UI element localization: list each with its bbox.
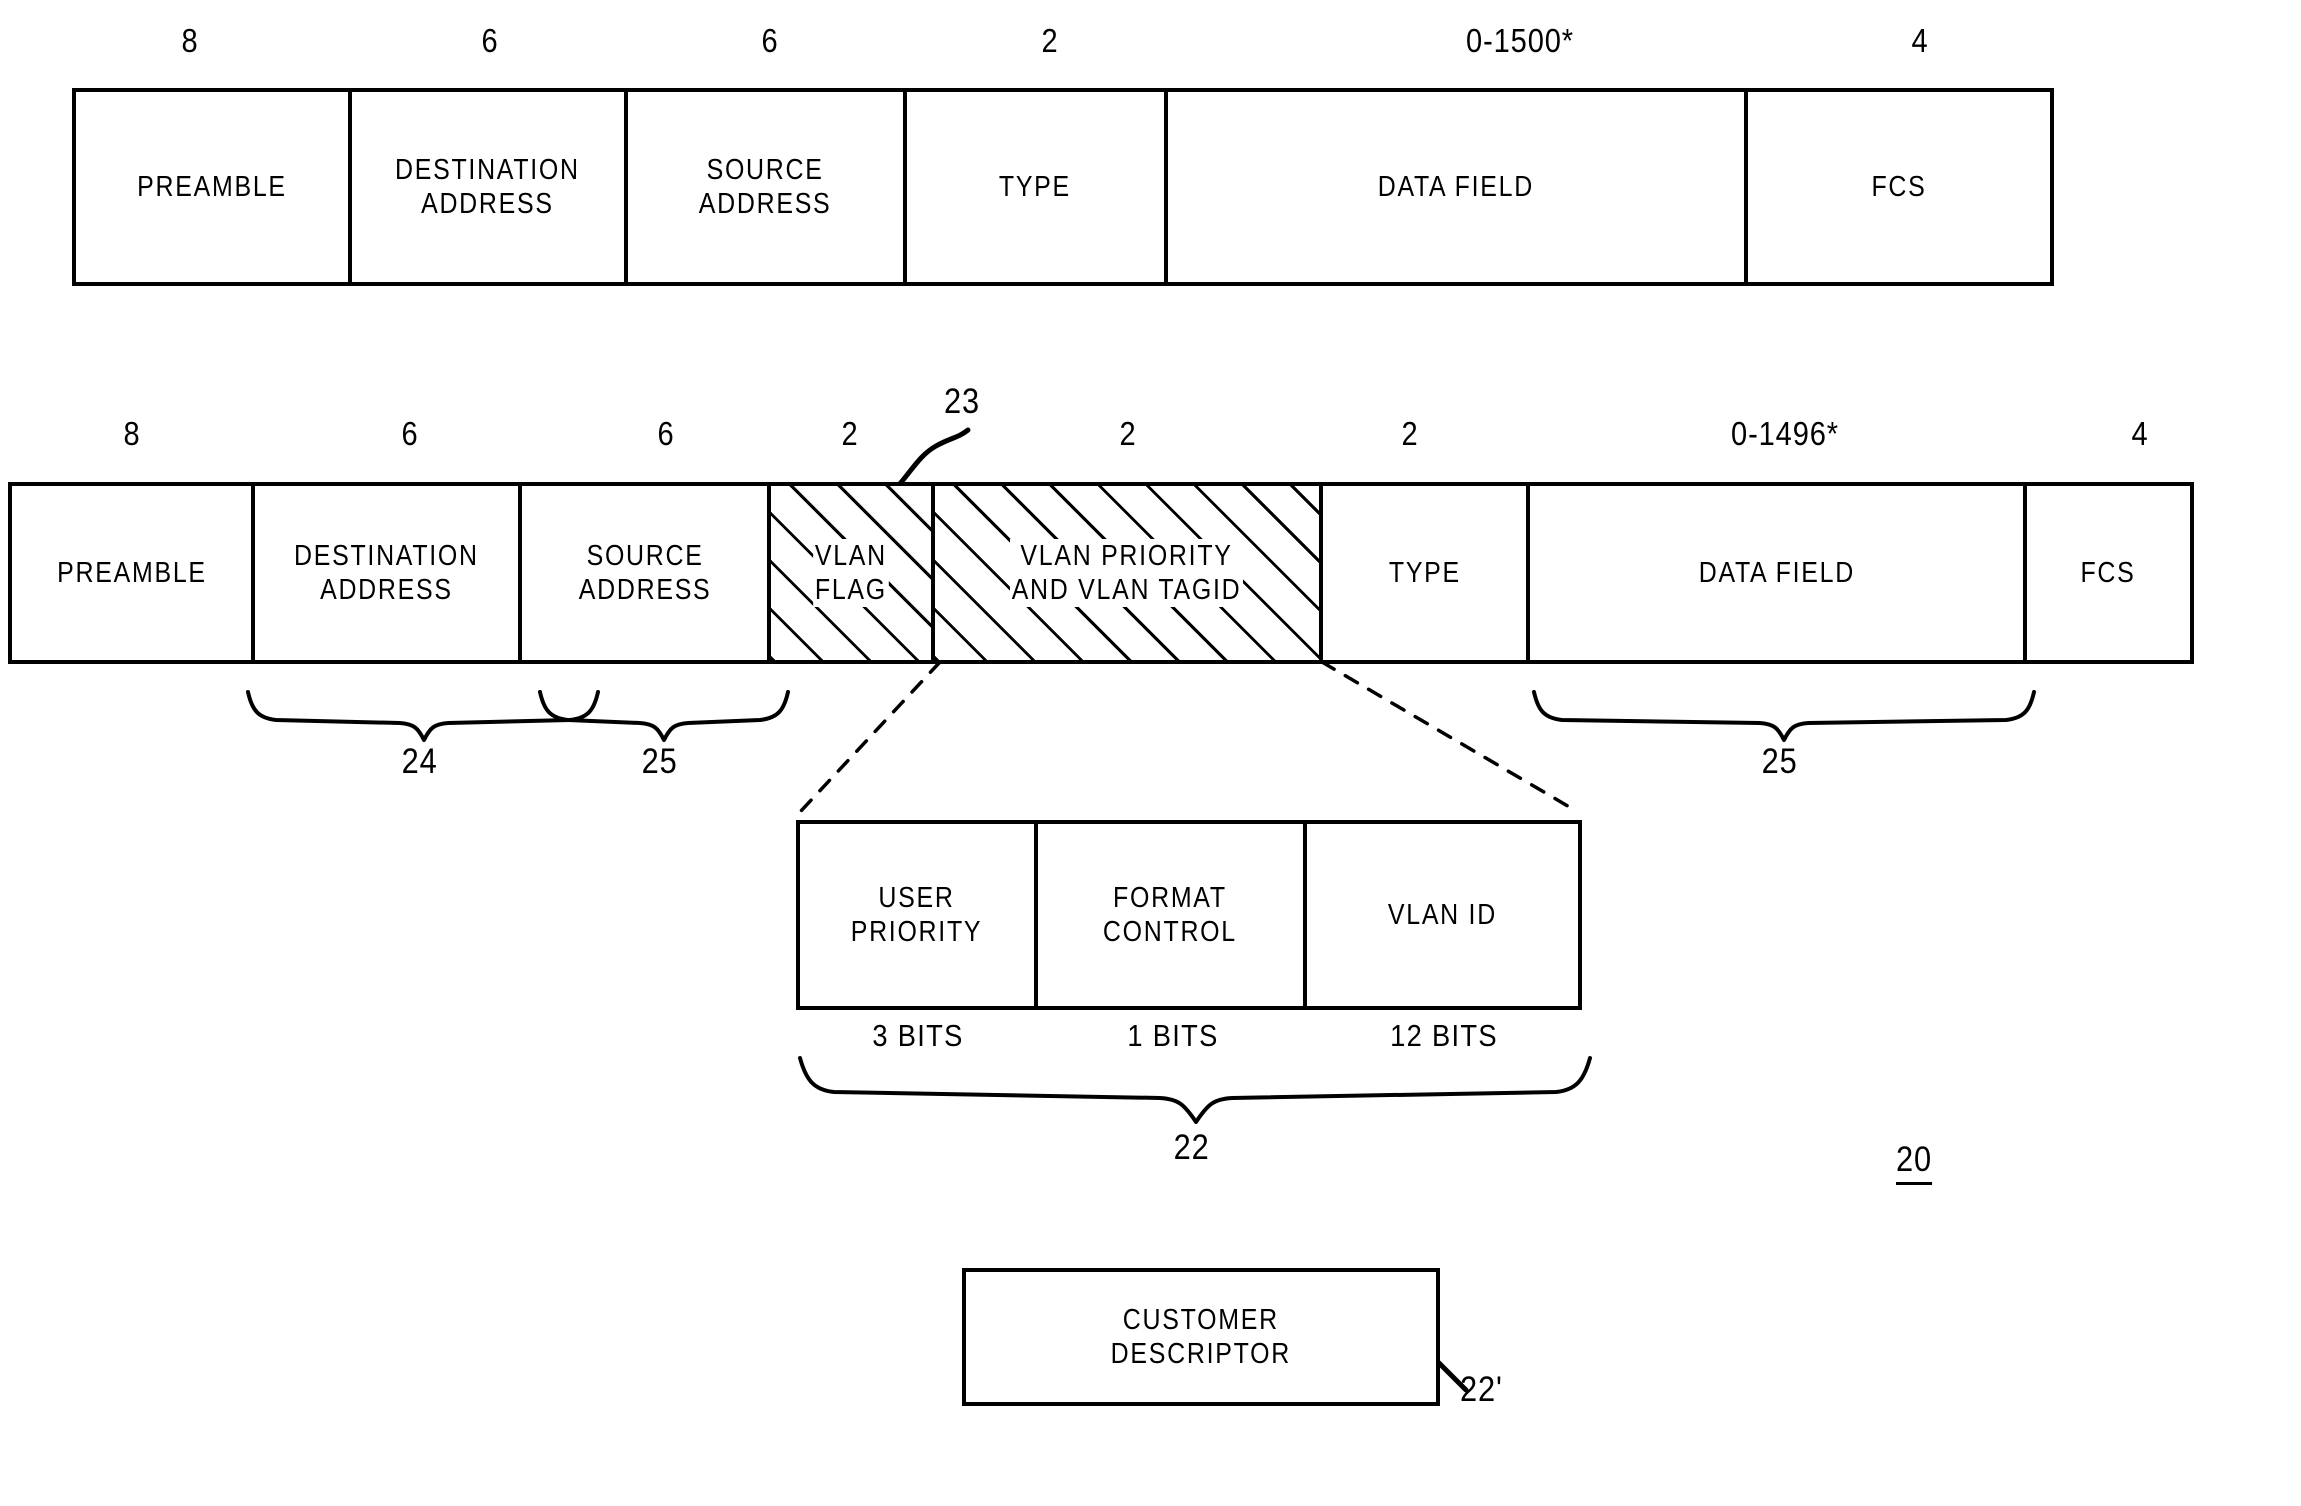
size-label-f2-7: 4 <box>2131 415 2149 452</box>
vlan-frame-cell-data-field: DATA FIELD <box>1530 486 2027 660</box>
size-label-f1-5: 4 <box>1911 22 1929 59</box>
figure-reference-numeral: 20 <box>1896 1140 1933 1185</box>
size-label-f2-6: 0-1496* <box>1731 415 1839 452</box>
cell-label: TYPE <box>1388 556 1461 589</box>
vlan-frame-cell-preamble: PREAMBLE <box>12 486 256 660</box>
patent-figure: 8 6 6 2 0-1500* 4 PREAMBLE DESTINATION A… <box>0 0 2301 1506</box>
bits-label-format-control: 1 BITS <box>1127 1018 1219 1053</box>
size-label-f2-1: 6 <box>401 415 419 452</box>
detail-cell-user-priority: USER PRIORITY <box>800 824 1038 1006</box>
frame-cell-type: TYPE <box>906 92 1168 282</box>
cell-label: PREAMBLE <box>56 556 207 589</box>
cell-label: SOURCE ADDRESS <box>578 539 711 606</box>
size-label-f1-3: 2 <box>1041 22 1059 59</box>
detail-cell-vlan-id: VLAN ID <box>1306 824 1579 1006</box>
cell-label: PREAMBLE <box>137 170 287 203</box>
cell-label: DATA FIELD <box>1377 170 1535 203</box>
vlan-frame-cell-vlan-priority-tagid: VLAN PRIORITY AND VLAN TAGID <box>934 486 1324 660</box>
brace-label-22: 22 <box>1173 1128 1210 1167</box>
brace-24 <box>246 690 600 742</box>
vlan-frame-cell-vlan-flag: VLAN FLAG <box>771 486 935 660</box>
size-label-f2-5: 2 <box>1401 415 1419 452</box>
cell-label: DESTINATION ADDRESS <box>294 539 479 606</box>
cell-label: TYPE <box>999 170 1072 203</box>
size-label-f1-0: 8 <box>181 22 199 59</box>
projector-left <box>798 660 942 814</box>
vlan-tag-detail-box: USER PRIORITY FORMAT CONTROL VLAN ID <box>796 820 1582 1010</box>
vlan-frame-cell-destination-address: DESTINATION ADDRESS <box>255 486 523 660</box>
cell-label: SOURCE ADDRESS <box>698 153 832 220</box>
brace-25-data <box>1532 690 2036 742</box>
standard-ethernet-frame: PREAMBLE DESTINATION ADDRESS SOURCE ADDR… <box>72 88 2054 286</box>
bits-label-vlan-id: 12 BITS <box>1390 1018 1498 1053</box>
frame-cell-fcs: FCS <box>1748 92 2051 282</box>
vlan-frame-cell-fcs: FCS <box>2026 486 2190 660</box>
size-label-f2-3: 2 <box>841 415 859 452</box>
cell-label: DATA FIELD <box>1698 556 1855 589</box>
size-label-f2-4: 2 <box>1119 415 1137 452</box>
size-label-f1-4: 0-1500* <box>1466 22 1574 59</box>
frame-cell-destination-address: DESTINATION ADDRESS <box>351 92 628 282</box>
bits-label-user-priority: 3 BITS <box>872 1018 964 1053</box>
brace-25-source <box>538 690 790 742</box>
projector-right <box>1320 660 1580 814</box>
cell-label: FCS <box>1871 170 1927 203</box>
customer-descriptor-box: CUSTOMER DESCRIPTOR <box>962 1268 1440 1406</box>
callout-22prime-label: 22' <box>1460 1370 1503 1409</box>
vlan-frame-cell-type: TYPE <box>1323 486 1531 660</box>
cell-label: VLAN PRIORITY AND VLAN TAGID <box>1010 538 1244 608</box>
cell-label: VLAN ID <box>1387 898 1497 931</box>
size-label-f1-1: 6 <box>481 22 499 59</box>
frame-cell-data-field: DATA FIELD <box>1167 92 1749 282</box>
cell-label: FCS <box>2080 556 2136 589</box>
callout-23-leader <box>895 427 971 489</box>
frame-cell-preamble: PREAMBLE <box>76 92 352 282</box>
vlan-frame-cell-source-address: SOURCE ADDRESS <box>522 486 772 660</box>
cell-label: USER PRIORITY <box>851 881 983 948</box>
size-label-f1-2: 6 <box>761 22 779 59</box>
brace-label-25-source: 25 <box>641 742 678 781</box>
brace-label-25-data: 25 <box>1761 742 1798 781</box>
vlan-ethernet-frame: PREAMBLE DESTINATION ADDRESS SOURCE ADDR… <box>8 482 2194 664</box>
brace-22 <box>798 1056 1592 1124</box>
size-label-f2-0: 8 <box>123 415 141 452</box>
callout-23-label: 23 <box>944 382 981 421</box>
detail-cell-format-control: FORMAT CONTROL <box>1037 824 1307 1006</box>
cell-label: CUSTOMER DESCRIPTOR <box>1110 1303 1292 1370</box>
brace-label-24: 24 <box>401 742 438 781</box>
customer-descriptor-cell: CUSTOMER DESCRIPTOR <box>966 1272 1436 1402</box>
cell-label: DESTINATION ADDRESS <box>395 153 581 220</box>
frame-cell-source-address: SOURCE ADDRESS <box>627 92 907 282</box>
cell-label: FORMAT CONTROL <box>1103 881 1238 948</box>
size-label-f2-2: 6 <box>657 415 675 452</box>
cell-label: VLAN FLAG <box>813 538 889 608</box>
